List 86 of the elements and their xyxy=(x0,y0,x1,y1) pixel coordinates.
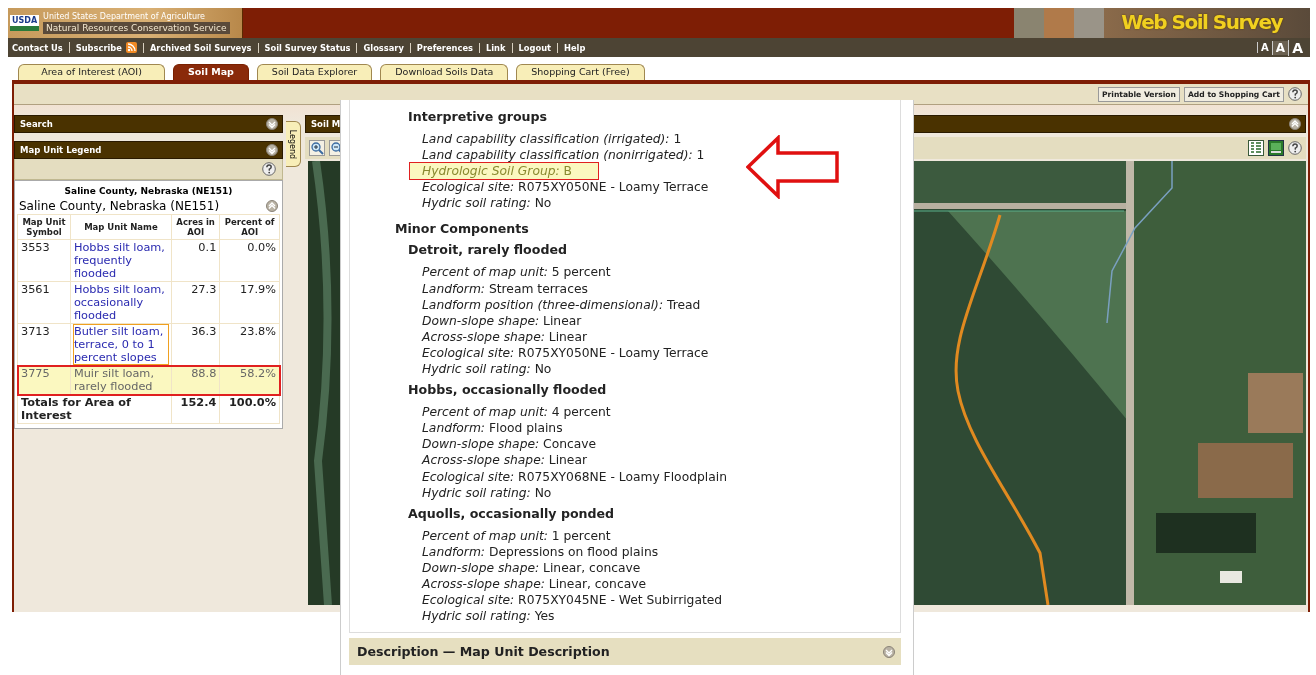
table-cell: 17.9% xyxy=(219,281,280,324)
font-size-button[interactable]: A xyxy=(1288,39,1306,56)
help-icon[interactable] xyxy=(1288,141,1302,155)
selected-row[interactable]: 3775 Muir silt loam, rarely flooded 88.8 58.2% xyxy=(17,365,280,395)
nav-link[interactable]: Archived Soil Surveys xyxy=(142,42,258,53)
column-header: Percent of AOI xyxy=(219,214,280,240)
property-line: Percent of map unit: 4 percent xyxy=(422,405,611,420)
tab[interactable]: Download Soils Data xyxy=(380,64,509,80)
zoom-in-icon[interactable] xyxy=(309,140,325,156)
map-icon[interactable] xyxy=(1268,140,1284,156)
legend-tab[interactable]: Legend xyxy=(286,121,301,167)
group-heading: Hobbs, occasionally flooded xyxy=(407,381,608,399)
font-size-button[interactable]: A xyxy=(1257,42,1272,53)
font-size-button[interactable]: A xyxy=(1271,40,1289,55)
column-header: Map Unit Symbol xyxy=(17,214,71,240)
property-line: Down-slope shape: Linear, concave xyxy=(422,560,641,575)
property-line: Across-slope shape: Linear, concave xyxy=(422,576,647,591)
panel-title: Soil M xyxy=(311,119,341,129)
property-line: Hydric soil rating: Yes xyxy=(422,609,555,624)
property-line: Land capability classification (nonirrigated): 1 xyxy=(422,148,705,163)
table-cell: 0.0% xyxy=(219,239,280,282)
column-header: Map Unit Name xyxy=(70,214,172,240)
section-bar[interactable]: Description — Map Unit Description xyxy=(349,638,901,665)
property-line: Landform position (three-dimensional): Tread xyxy=(422,297,701,312)
table-cell: 0.1 xyxy=(171,239,220,282)
section-title: Description — Map Unit Description xyxy=(357,644,610,659)
agency-name: United States Department of Agriculture xyxy=(43,12,206,22)
help-icon[interactable] xyxy=(262,162,276,176)
property-line: Ecological site: R075XY050NE - Loamy Terrace xyxy=(422,345,709,360)
area-heading: Saline County, Nebraska (NE151) xyxy=(63,185,234,198)
grid-icon[interactable] xyxy=(1248,140,1264,156)
property-line: Down-slope shape: Concave xyxy=(422,437,597,452)
tab[interactable]: Shopping Cart (Free) xyxy=(516,64,645,80)
property-line: Across-slope shape: Linear xyxy=(422,329,588,344)
service-name: Natural Resources Conservation Service xyxy=(43,22,230,34)
section-heading: Minor Components xyxy=(394,220,530,238)
group-heading: Detroit, rarely flooded xyxy=(407,241,568,259)
property-line: Hydric soil rating: No xyxy=(422,485,552,500)
property-line: Ecological site: R075XY050NE - Loamy Terrace xyxy=(422,180,709,195)
property-line: Across-slope shape: Linear xyxy=(422,453,588,468)
help-icon[interactable] xyxy=(1288,87,1302,101)
table-cell: 27.3 xyxy=(171,281,220,324)
nav-link[interactable]: Link xyxy=(479,42,512,53)
property-line: Hydric soil rating: No xyxy=(422,196,552,211)
usda-logo: USDA xyxy=(10,15,40,31)
group-heading: Interpretive groups xyxy=(407,108,549,125)
column-header: Acres in AOI xyxy=(171,214,220,240)
rss-icon[interactable] xyxy=(125,42,137,53)
table-cell: 152.4 xyxy=(171,394,220,424)
panel-title: Map Unit Legend xyxy=(20,145,102,155)
property-line: Landform: Depressions on flood plains xyxy=(422,544,659,559)
table-cell: 3561 xyxy=(17,281,71,324)
group-heading: Aquolls, occasionally ponded xyxy=(407,504,616,522)
nav-link[interactable]: Preferences xyxy=(409,42,479,53)
collapse-icon[interactable] xyxy=(266,118,278,130)
tab[interactable]: Area of Interest (AOI) xyxy=(18,64,165,80)
property-line: Hydric soil rating: No xyxy=(422,362,552,377)
nav-link[interactable]: Soil Survey Status xyxy=(257,42,357,53)
table-cell: 3713 xyxy=(17,323,71,366)
arrow-icon xyxy=(746,135,840,199)
nav-link[interactable]: Contact Us xyxy=(8,42,69,53)
area-name: Saline County, Nebraska (NE151) xyxy=(19,199,220,213)
property-line: Landform: Stream terraces xyxy=(422,281,588,296)
table-cell: Totals for Area of Interest xyxy=(17,394,172,424)
nav-link[interactable]: Subscribe xyxy=(75,42,122,53)
property-line: Land capability classification (irrigated): 1 xyxy=(422,132,682,146)
property-line: Percent of map unit: 1 percent xyxy=(422,528,611,543)
property-line: Landform: Flood plains xyxy=(422,421,563,436)
table-cell: 3553 xyxy=(17,239,71,282)
nav-link[interactable]: Help xyxy=(557,42,592,53)
property-line: Down-slope shape: Linear xyxy=(422,313,582,328)
table-cell: 100.0% xyxy=(219,394,280,424)
table-cell: 3775 xyxy=(17,365,71,395)
tab[interactable]: Soil Data Explorer xyxy=(256,64,373,80)
property-line: Percent of map unit: 5 percent xyxy=(422,265,611,280)
panel-title: Search xyxy=(20,119,53,129)
nav-link[interactable]: Logout xyxy=(511,42,558,53)
property-line: Ecological site: R075XY045NE - Wet Subirrigated xyxy=(422,593,723,608)
table-cell: 58.2% xyxy=(219,365,280,395)
nav-link[interactable]: Glossary xyxy=(356,42,410,53)
site-title: Web Soil Survey xyxy=(1121,10,1282,34)
collapse-icon[interactable] xyxy=(266,144,278,156)
property-line: Ecological site: R075XY068NE - Loamy Floodplain xyxy=(422,469,727,484)
table-cell: 88.8 xyxy=(171,365,220,395)
tab[interactable]: Soil Map xyxy=(173,64,249,80)
collapse-icon[interactable] xyxy=(1289,118,1301,130)
